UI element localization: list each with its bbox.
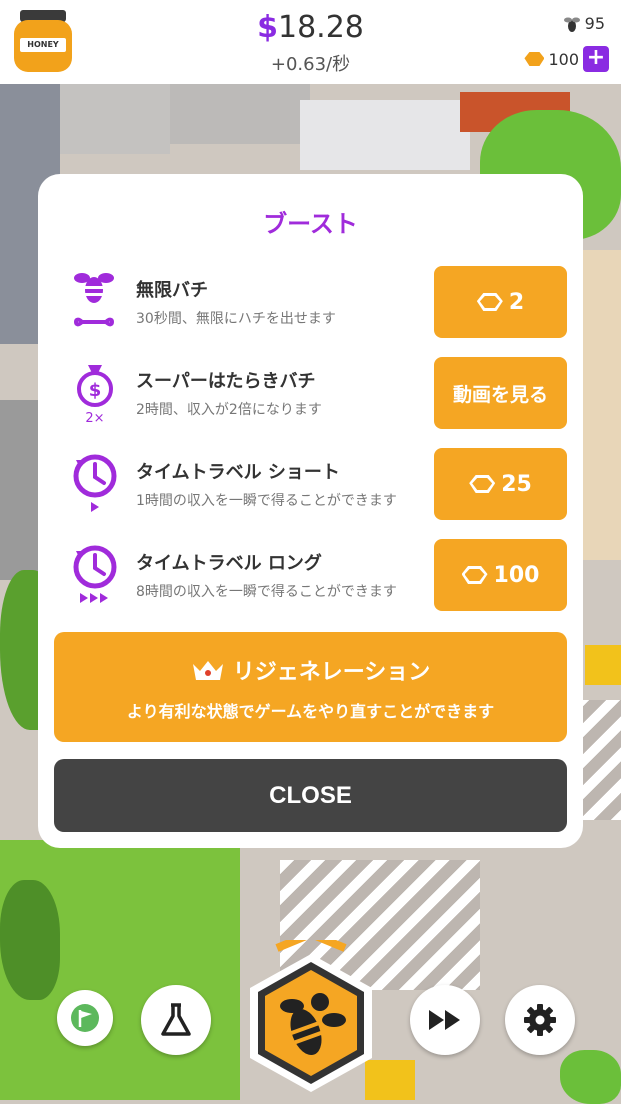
bee-count: 95: [584, 14, 605, 33]
flag-button[interactable]: [57, 990, 113, 1046]
multiplier-text: 2×: [85, 411, 104, 425]
dollar-icon: $: [257, 10, 278, 45]
money-bag-icon: $ 2×: [77, 365, 113, 425]
money-display: $18.28: [0, 10, 621, 45]
boost-row-infinite-bee: 無限バチ 30秒間、無限にハチを出せます 2: [38, 266, 583, 340]
boost-modal: ブースト 無限バチ 30秒間、無限にハチを出せます 2 $ 2× スーパーはたら…: [38, 174, 583, 848]
boost-name: スーパーはたらきバチ: [136, 371, 316, 392]
boost-desc: 2時間、収入が2倍になります: [136, 402, 322, 418]
fast-forward-icon: [429, 1010, 460, 1030]
button-label: 100: [493, 562, 540, 588]
close-button[interactable]: CLOSE: [54, 759, 567, 832]
bee-counter: 95: [563, 14, 605, 33]
buy-time-travel-short-button[interactable]: 25: [434, 448, 567, 520]
regeneration-title: リジェネレーション: [232, 660, 431, 685]
boost-name: タイムトラベル ロング: [136, 553, 322, 574]
bee-hive-icon: [250, 929, 372, 1092]
money-value: 18.28: [277, 10, 364, 45]
boost-desc: 30秒間、無限にハチを出せます: [136, 311, 336, 327]
flag-icon: [71, 1004, 99, 1032]
hive-button[interactable]: [242, 929, 380, 1100]
button-label: 2: [508, 289, 525, 315]
add-gems-button[interactable]: +: [583, 46, 609, 72]
boost-row-super-worker-bee: $ 2× スーパーはたらきバチ 2時間、収入が2倍になります 動画を見る: [38, 357, 583, 431]
modal-title: ブースト: [263, 210, 358, 238]
research-button[interactable]: [141, 985, 211, 1055]
button-label: 動画を見る: [452, 383, 548, 406]
regeneration-subtitle: より有利な状態でゲームをやり直すことができます: [126, 702, 495, 721]
bee-icon: [563, 17, 580, 32]
regeneration-button[interactable]: リジェネレーション より有利な状態でゲームをやり直すことができます: [54, 632, 567, 742]
button-label: 25: [501, 471, 532, 497]
time-travel-short-icon: [73, 454, 117, 512]
boost-row-time-travel-long: タイムトラベル ロング 8時間の収入を一瞬で得ることができます 100: [38, 539, 583, 613]
flask-icon: [161, 1003, 191, 1036]
gem-icon: [469, 475, 496, 493]
boost-row-time-travel-short: タイムトラベル ショート 1時間の収入を一瞬で得ることができます 25: [38, 448, 583, 522]
gear-icon: [524, 1004, 556, 1036]
buy-infinite-bee-button[interactable]: 2: [434, 266, 567, 338]
gem-icon: [461, 566, 488, 584]
buy-time-travel-long-button[interactable]: 100: [434, 539, 567, 611]
settings-button[interactable]: [505, 985, 575, 1055]
gem-counter: 100 +: [524, 46, 609, 72]
infinite-bee-icon: [74, 273, 114, 327]
crown-icon: [192, 661, 223, 680]
watch-video-button[interactable]: 動画を見る: [434, 357, 567, 429]
top-hud: HONEY $18.28 +0.63/秒 95 100 +: [0, 0, 621, 84]
gem-icon: [524, 52, 545, 66]
boost-name: 無限バチ: [136, 280, 208, 301]
svg-text:$: $: [89, 380, 102, 401]
gem-count: 100: [548, 49, 579, 69]
boost-desc: 1時間の収入を一瞬で得ることができます: [136, 493, 397, 509]
time-travel-long-icon: [73, 545, 117, 603]
fast-forward-button[interactable]: [410, 985, 480, 1055]
gem-icon: [476, 293, 503, 311]
boost-desc: 8時間の収入を一瞬で得ることができます: [136, 584, 397, 600]
boost-name: タイムトラベル ショート: [136, 462, 340, 483]
regeneration-title-row: リジェネレーション: [54, 654, 567, 686]
